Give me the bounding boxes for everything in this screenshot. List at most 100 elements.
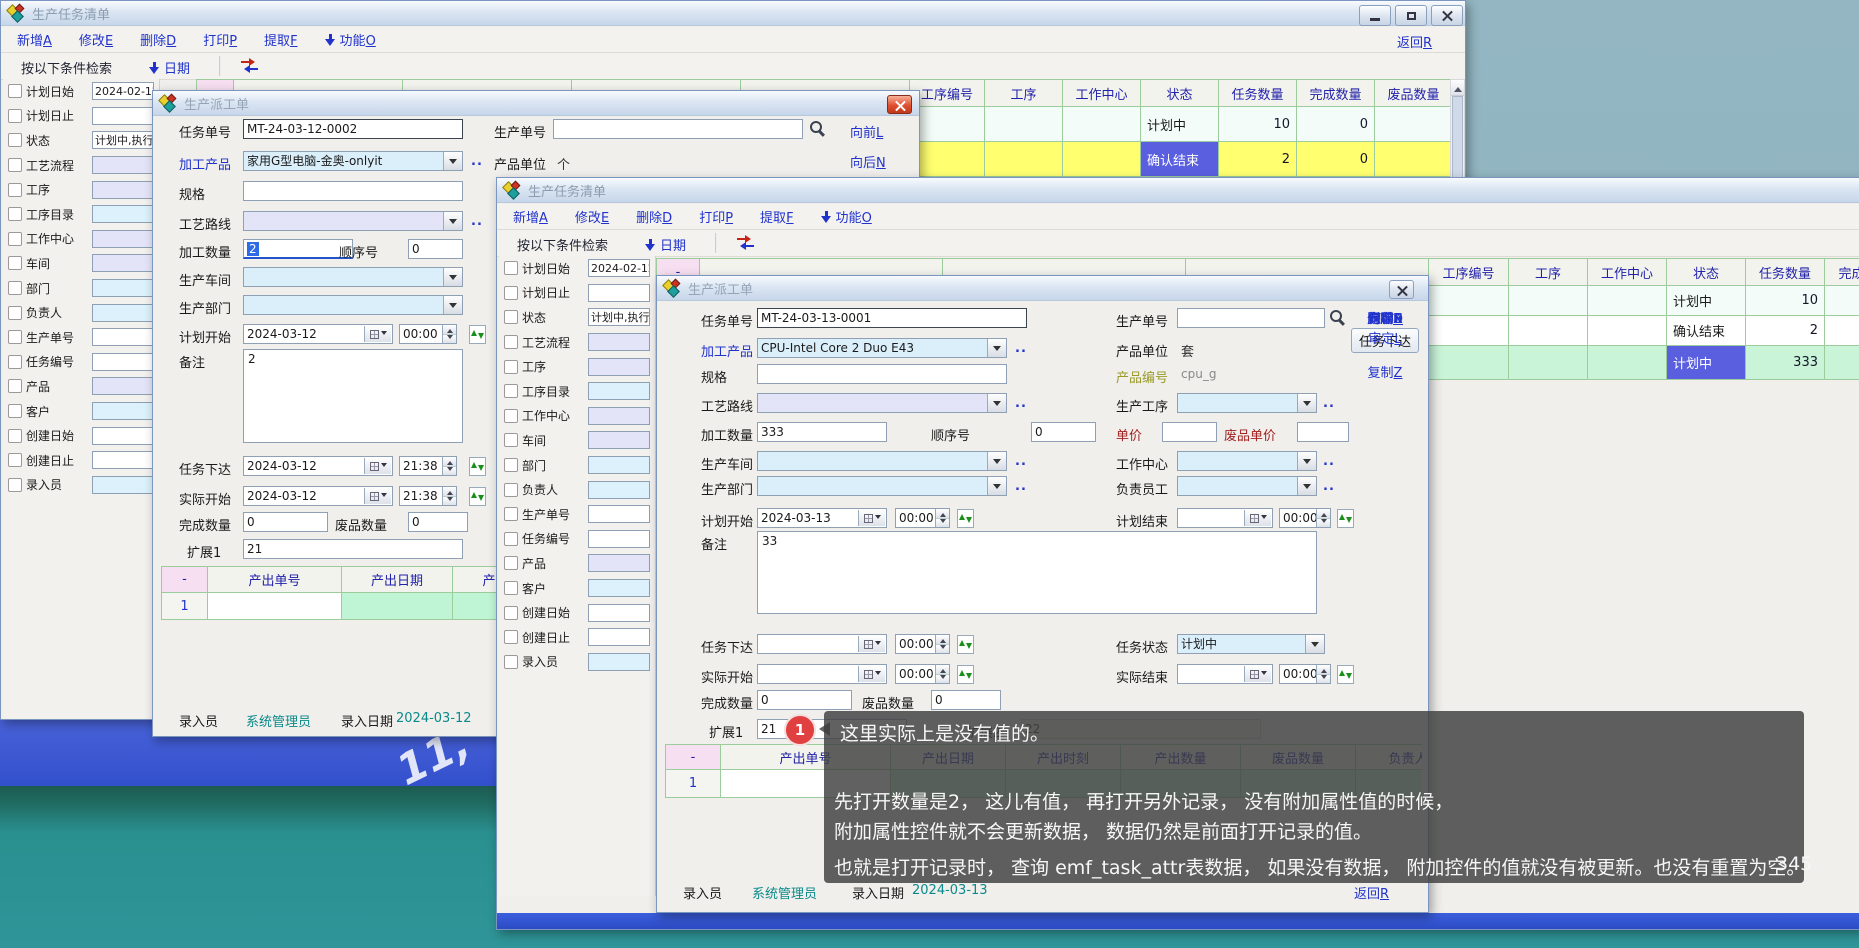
- prod-proc-combo[interactable]: [1177, 393, 1317, 413]
- menu-item[interactable]: 修改E: [79, 30, 113, 49]
- calendar-dropdown[interactable]: [364, 488, 391, 504]
- calendar-dropdown[interactable]: [364, 458, 391, 474]
- filter-checkbox[interactable]: [504, 384, 518, 398]
- refresh-icon[interactable]: [1337, 509, 1354, 528]
- refresh-icon[interactable]: [469, 487, 486, 506]
- filter-checkbox[interactable]: [504, 409, 518, 423]
- out-header-date[interactable]: 产出日期: [342, 566, 453, 593]
- lookup-dots[interactable]: ..: [1015, 454, 1027, 469]
- prod-no-input[interactable]: [553, 119, 803, 139]
- dropdown-button[interactable]: [1297, 477, 1316, 495]
- filter-checkbox[interactable]: [8, 109, 22, 123]
- menu-item[interactable]: 删除D: [140, 30, 176, 49]
- lookup-dots[interactable]: ..: [1323, 454, 1335, 469]
- plan-start-date[interactable]: 2024-03-12: [243, 324, 393, 344]
- minimize-button[interactable]: [1359, 5, 1391, 26]
- return-link[interactable]: 返回R: [1397, 32, 1432, 51]
- done-qty-input[interactable]: 0: [757, 690, 852, 710]
- menu-item[interactable]: 打印P: [699, 207, 733, 226]
- time-spinner[interactable]: [1316, 509, 1330, 527]
- time-spinner[interactable]: [442, 487, 456, 505]
- maximize-button[interactable]: [1395, 5, 1427, 26]
- out-marker-header[interactable]: -: [665, 744, 721, 770]
- filter-checkbox[interactable]: [504, 458, 518, 472]
- workshop-combo[interactable]: [243, 267, 463, 287]
- filter-field[interactable]: [588, 358, 650, 376]
- staff-combo[interactable]: [1177, 476, 1317, 496]
- filter-checkbox[interactable]: [8, 207, 22, 221]
- time-spinner[interactable]: [935, 509, 949, 527]
- filter-checkbox[interactable]: [8, 429, 22, 443]
- dropdown-button[interactable]: [1305, 635, 1324, 653]
- remark-textarea[interactable]: 33: [757, 531, 1317, 614]
- task-status-combo[interactable]: 计划中: [1177, 634, 1325, 654]
- filter-field[interactable]: [588, 653, 650, 671]
- filter-checkbox[interactable]: [504, 581, 518, 595]
- filter-checkbox[interactable]: [8, 256, 22, 270]
- refresh-icon[interactable]: [957, 635, 974, 654]
- return-link[interactable]: 返回R: [1354, 883, 1389, 902]
- grid-header-taskqty[interactable]: 任务数量: [1219, 79, 1297, 107]
- filter-checkbox[interactable]: [504, 261, 518, 275]
- filter-checkbox[interactable]: [8, 232, 22, 246]
- product-combo[interactable]: 家用G型电脑-金奥-onlyit: [243, 151, 463, 171]
- filter-field[interactable]: [588, 284, 650, 302]
- remark-textarea[interactable]: 2: [243, 349, 463, 443]
- lookup-dots[interactable]: ..: [471, 214, 483, 229]
- dialog-close-button[interactable]: [887, 95, 912, 114]
- plan-start-time[interactable]: 00:00: [895, 508, 950, 528]
- filter-checkbox[interactable]: [504, 532, 518, 546]
- work-center-combo[interactable]: [1177, 451, 1317, 471]
- filter-checkbox[interactable]: [8, 330, 22, 344]
- dialog-action[interactable]: 复制Z: [1368, 362, 1403, 381]
- dialog-titlebar[interactable]: 生产派工单: [657, 276, 1428, 301]
- product-combo[interactable]: CPU-Intel Core 2 Duo E43: [757, 338, 1007, 358]
- time-spinner[interactable]: [1316, 665, 1330, 683]
- filter-checkbox[interactable]: [8, 404, 22, 418]
- filter-field[interactable]: [92, 476, 154, 494]
- calendar-dropdown[interactable]: [858, 510, 885, 526]
- prev-link[interactable]: 向前L: [850, 122, 883, 141]
- titlebar[interactable]: 生产任务清单: [497, 178, 1859, 203]
- lookup-dots[interactable]: ..: [471, 154, 483, 169]
- menu-item[interactable]: 新增A: [513, 207, 548, 226]
- filter-checkbox[interactable]: [504, 433, 518, 447]
- dept-combo[interactable]: [243, 295, 463, 315]
- dialog-titlebar[interactable]: 生产派工单: [153, 91, 919, 116]
- swap-layout-icon[interactable]: [737, 236, 755, 250]
- filter-field[interactable]: [92, 254, 154, 272]
- plan-start-date[interactable]: 2024-03-13: [757, 508, 887, 528]
- calendar-dropdown[interactable]: [858, 666, 885, 682]
- task-no-input[interactable]: MT-24-03-13-0001: [757, 308, 1027, 328]
- dropdown-button[interactable]: [1297, 452, 1316, 470]
- workshop-combo[interactable]: [757, 451, 1007, 471]
- lookup-dots[interactable]: ..: [1323, 479, 1335, 494]
- task-no-input[interactable]: MT-24-03-12-0002: [243, 119, 463, 139]
- refresh-icon[interactable]: [1337, 665, 1354, 684]
- scrap-price-input[interactable]: [1297, 422, 1349, 442]
- filter-checkbox[interactable]: [504, 606, 518, 620]
- filter-field[interactable]: 2024-02-12: [588, 259, 650, 277]
- filter-field[interactable]: [588, 481, 650, 499]
- scrap-qty-input[interactable]: 0: [931, 690, 1001, 710]
- issued-date[interactable]: [757, 634, 887, 654]
- dropdown-button[interactable]: [443, 268, 462, 286]
- filter-field[interactable]: 2024-02-12: [92, 82, 154, 100]
- grid-header-opno[interactable]: 工序编号: [1429, 258, 1509, 286]
- menu-item[interactable]: 功能O: [325, 30, 376, 49]
- actual-start-date[interactable]: [757, 664, 887, 684]
- filter-field[interactable]: [588, 333, 650, 351]
- dialog-action[interactable]: 打印P: [1368, 308, 1402, 327]
- route-combo[interactable]: [757, 393, 1007, 413]
- grid-header-workcenter[interactable]: 工作中心: [1063, 79, 1141, 107]
- titlebar[interactable]: 生产任务清单: [1, 1, 1465, 26]
- filter-field[interactable]: [92, 451, 154, 469]
- spec-input[interactable]: [243, 181, 463, 201]
- grid-header-doneqty[interactable]: 完成数量: [1297, 79, 1375, 107]
- actual-end-time[interactable]: 00:00: [1279, 664, 1331, 684]
- search-icon[interactable]: [809, 120, 826, 137]
- out-header-docno[interactable]: 产出单号: [208, 566, 342, 593]
- filter-field[interactable]: [588, 628, 650, 646]
- refresh-icon[interactable]: [957, 509, 974, 528]
- menu-item[interactable]: 功能O: [821, 207, 872, 226]
